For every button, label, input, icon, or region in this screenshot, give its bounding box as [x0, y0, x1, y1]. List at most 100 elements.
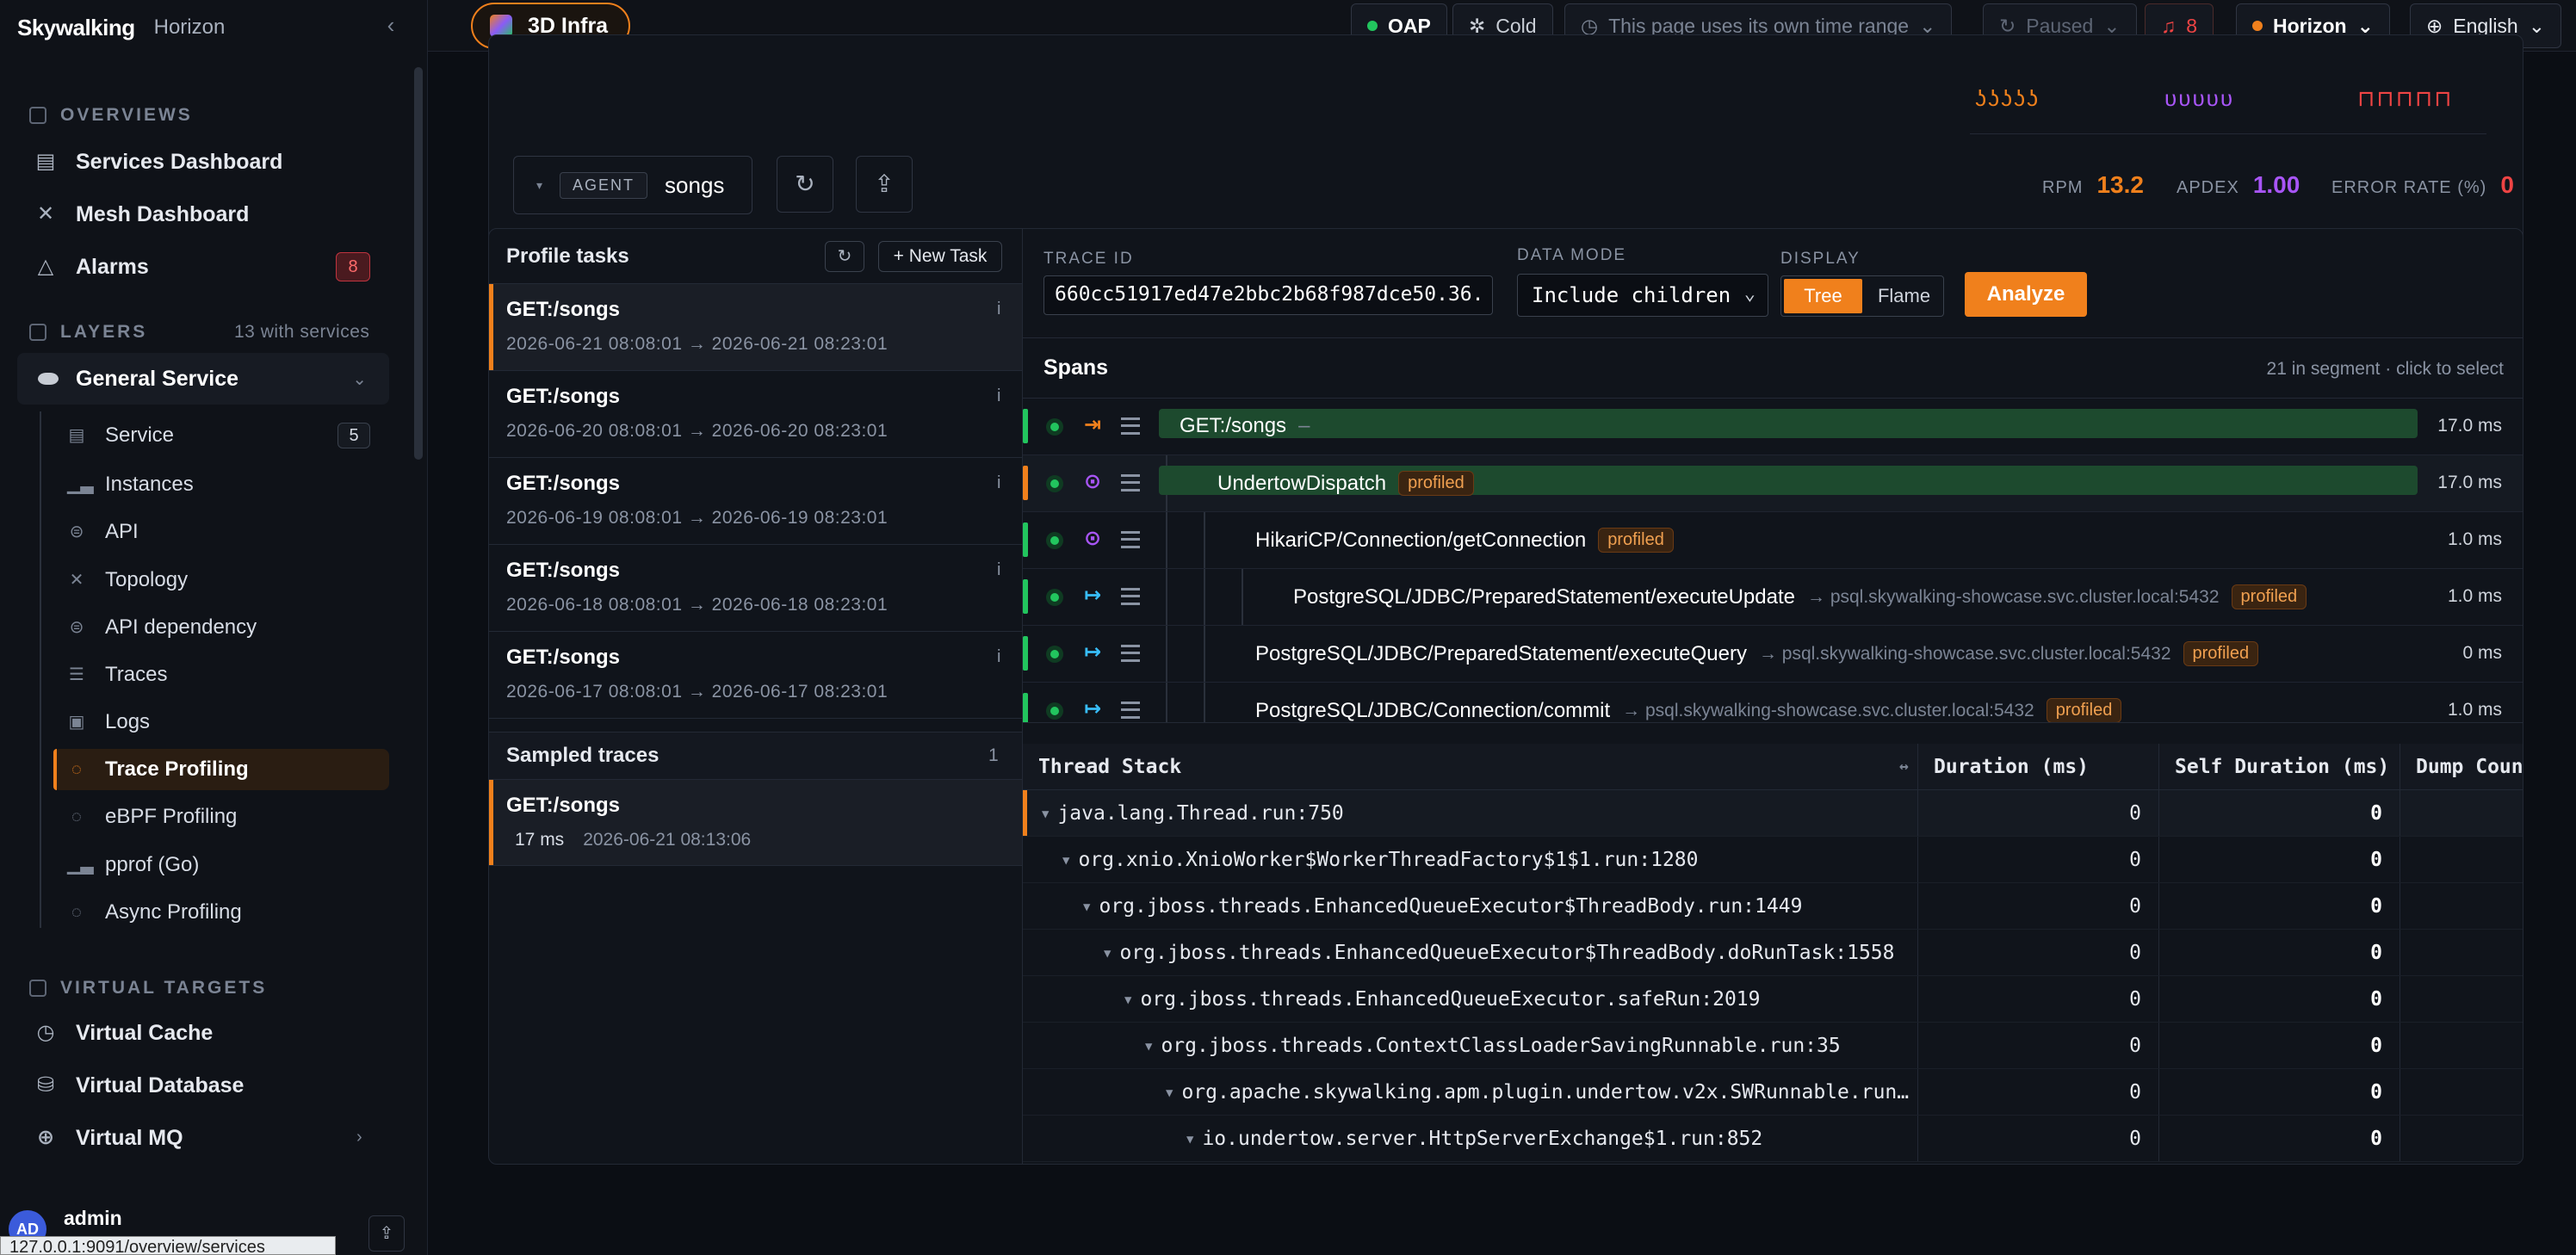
nav-traces[interactable]: ☰ Traces — [53, 654, 389, 696]
info-icon[interactable]: i — [997, 386, 1000, 406]
nav-mesh-dashboard[interactable]: ✕ Mesh Dashboard — [34, 195, 250, 233]
analyze-button[interactable]: Analyze — [1965, 272, 2087, 317]
main-content: ʖʖʖʖʖ υυυυυ ⊓⊓⊓⊓⊓ ▾ AGENT songs ↻ ⇪ RPM … — [428, 34, 2576, 1255]
span-row[interactable]: ↦ PostgreSQL/JDBC/Connection/commit → psq… — [1023, 683, 2523, 722]
collapse-triangle-icon[interactable]: ▼ — [1145, 1040, 1152, 1054]
span-row[interactable]: ⇥ GET:/songs – 17.0 ms — [1023, 399, 2523, 455]
drag-handle-icon[interactable] — [1121, 702, 1140, 719]
nav-alarms[interactable]: △ Alarms — [34, 248, 149, 286]
task-item[interactable]: GET:/songs 2026-06-17 08:08:01 → 2026-06… — [489, 632, 1022, 719]
exit-span-icon: ↦ — [1083, 640, 1102, 664]
table-row[interactable]: ▼ io.undertow.server.HttpServerExchange$1… — [1023, 1116, 2523, 1162]
profiling-panel: Profile tasks ↻ + New Task GET:/songs 20… — [488, 228, 2523, 1165]
col-thread-stack[interactable]: Thread Stack ↔ — [1023, 744, 1918, 789]
refresh-tasks-button[interactable]: ↻ — [825, 241, 864, 272]
resize-icon[interactable]: ↔ — [1899, 744, 1909, 790]
chevron-down-icon: ⌄ — [1743, 283, 1756, 305]
chevron-down-icon: ⌄ — [352, 370, 367, 389]
info-icon[interactable]: i — [997, 647, 1000, 667]
overviews-heading: OVERVIEWS — [29, 105, 193, 126]
nav-logs[interactable]: ▣ Logs — [53, 702, 389, 743]
sidebar-scrollbar[interactable] — [414, 67, 423, 460]
export-button[interactable]: ⇪ — [856, 156, 913, 213]
task-list[interactable]: GET:/songs 2026-06-21 08:08:01 → 2026-06… — [489, 284, 1022, 732]
virtual-targets-heading: VIRTUAL TARGETS — [29, 978, 267, 998]
data-mode-select[interactable]: Include children ⌄ — [1517, 274, 1768, 317]
user-name: admin — [64, 1206, 122, 1229]
database-icon: ⛁ — [36, 1073, 55, 1097]
collapse-triangle-icon[interactable]: ▼ — [1124, 993, 1131, 1007]
nav-virtual-database[interactable]: ⛁ Virtual Database — [34, 1066, 245, 1104]
task-item[interactable]: GET:/songs 2026-06-19 08:08:01 → 2026-06… — [489, 458, 1022, 545]
nav-api-dependency[interactable]: ⊜ API dependency — [53, 607, 389, 648]
info-icon[interactable]: i — [997, 473, 1000, 493]
table-row[interactable]: ▼ org.jboss.threads.ContextClassLoaderSav… — [1023, 1023, 2523, 1069]
table-row[interactable]: ▼ org.jboss.threads.EnhancedQueueExecutor… — [1023, 883, 2523, 930]
drag-handle-icon[interactable] — [1121, 645, 1140, 662]
col-self-duration[interactable]: Self Duration (ms) — [2159, 744, 2400, 789]
display-tree-button[interactable]: Tree — [1784, 279, 1862, 313]
nav-service[interactable]: ▤ Service 5 — [53, 415, 389, 456]
refresh-button[interactable]: ↻ — [777, 156, 833, 213]
nav-trace-profiling[interactable]: ◌ Trace Profiling — [53, 749, 389, 790]
nav-virtual-cache[interactable]: ◷ Virtual Cache — [34, 1014, 214, 1052]
brand[interactable]: Skywalking Horizon — [17, 10, 225, 45]
exit-span-icon: ↦ — [1083, 697, 1102, 720]
nav-services-dashboard[interactable]: ▤ Services Dashboard — [34, 143, 283, 181]
drag-handle-icon[interactable] — [1121, 474, 1140, 491]
nav-topology[interactable]: ✕ Topology — [53, 559, 389, 601]
nav-async-profiling[interactable]: ◌ Async Profiling — [53, 892, 389, 933]
task-item[interactable]: GET:/songs 2026-06-18 08:08:01 → 2026-06… — [489, 545, 1022, 632]
nav-ebpf-profiling[interactable]: ◌ eBPF Profiling — [53, 796, 389, 838]
sampled-trace-item[interactable]: GET:/songs 17 ms 2026-06-21 08:13:06 — [489, 780, 1022, 866]
profiled-badge: profiled — [1598, 528, 1674, 553]
new-task-button[interactable]: + New Task — [878, 241, 1002, 272]
collapse-triangle-icon[interactable]: ▼ — [1166, 1086, 1173, 1100]
collapse-triangle-icon[interactable]: ▼ — [1062, 854, 1069, 868]
drag-handle-icon[interactable] — [1121, 531, 1140, 548]
spans-title: Spans — [1043, 355, 1109, 380]
drag-handle-icon[interactable] — [1121, 588, 1140, 605]
nav-api[interactable]: ⊜ API — [53, 511, 389, 553]
nav-instances[interactable]: ▁▃ Instances — [53, 464, 389, 505]
task-item[interactable]: GET:/songs 2026-06-21 08:08:01 → 2026-06… — [489, 284, 1022, 371]
info-icon[interactable]: i — [997, 560, 1000, 580]
collapse-triangle-icon[interactable]: ▼ — [1186, 1133, 1193, 1147]
drag-handle-icon[interactable] — [1121, 417, 1140, 435]
service-selector[interactable]: ▾ AGENT songs — [513, 156, 752, 214]
display-flame-button[interactable]: Flame — [1865, 276, 1943, 316]
span-row[interactable]: ⊙ UndertowDispatch profiled 17.0 ms — [1023, 455, 2523, 512]
profiled-badge: profiled — [1398, 471, 1474, 496]
collapse-sidebar-icon[interactable]: ‹ — [379, 14, 403, 38]
col-dump-count[interactable]: Dump Count — [2400, 744, 2523, 789]
divider — [1970, 133, 2486, 134]
span-row[interactable]: ↦ PostgreSQL/JDBC/PreparedStatement/exec… — [1023, 569, 2523, 626]
collapse-triangle-icon[interactable]: ▼ — [1083, 900, 1090, 914]
exit-span-icon: ↦ — [1083, 584, 1102, 607]
profiled-badge: profiled — [2231, 584, 2307, 609]
span-row[interactable]: ⊙ HikariCP/Connection/getConnection profi… — [1023, 512, 2523, 569]
table-row[interactable]: ▼ org.jboss.threads.EnhancedQueueExecutor… — [1023, 930, 2523, 976]
data-mode-label: DATA MODE — [1517, 246, 1627, 264]
table-row[interactable]: ▼ org.xnio.XnioWorker$WorkerThreadFactory… — [1023, 837, 2523, 883]
trace-id-input[interactable]: 660cc51917ed47e2bbc2b68f987dce50.36. — [1043, 275, 1493, 315]
col-duration[interactable]: Duration (ms) — [1918, 744, 2159, 789]
status-dot — [1050, 536, 1059, 545]
collapse-triangle-icon[interactable]: ▼ — [1042, 807, 1049, 821]
nav-virtual-mq[interactable]: ⊕ Virtual MQ — [34, 1119, 183, 1157]
task-item[interactable]: GET:/songs 2026-06-20 08:08:01 → 2026-06… — [489, 371, 1022, 458]
layer-general-service[interactable]: General Service ⌄ — [17, 353, 389, 405]
table-row[interactable]: ▼ java.lang.Thread.run:750 0 0 — [1023, 790, 2523, 837]
info-icon[interactable]: i — [997, 300, 1000, 319]
status-dot — [1050, 707, 1059, 715]
share-icon[interactable]: ⇪ — [368, 1215, 405, 1252]
table-row[interactable]: ▼ org.jboss.threads.EnhancedQueueExecutor… — [1023, 976, 2523, 1023]
collapse-triangle-icon[interactable]: ▼ — [1104, 947, 1111, 961]
nav-pprof-go[interactable]: ▁▃ pprof (Go) — [53, 844, 389, 886]
profile-tasks-pane: Profile tasks ↻ + New Task GET:/songs 20… — [489, 229, 1023, 1164]
caret-icon: ▾ — [536, 177, 543, 192]
table-row[interactable]: ▼ org.apache.skywalking.apm.plugin.undert… — [1023, 1069, 2523, 1116]
span-row[interactable]: ↦ PostgreSQL/JDBC/PreparedStatement/exec… — [1023, 626, 2523, 683]
table-header: Thread Stack ↔ Duration (ms) Self Duratio… — [1023, 744, 2523, 790]
layers-heading: LAYERS 13 with services — [29, 322, 369, 343]
